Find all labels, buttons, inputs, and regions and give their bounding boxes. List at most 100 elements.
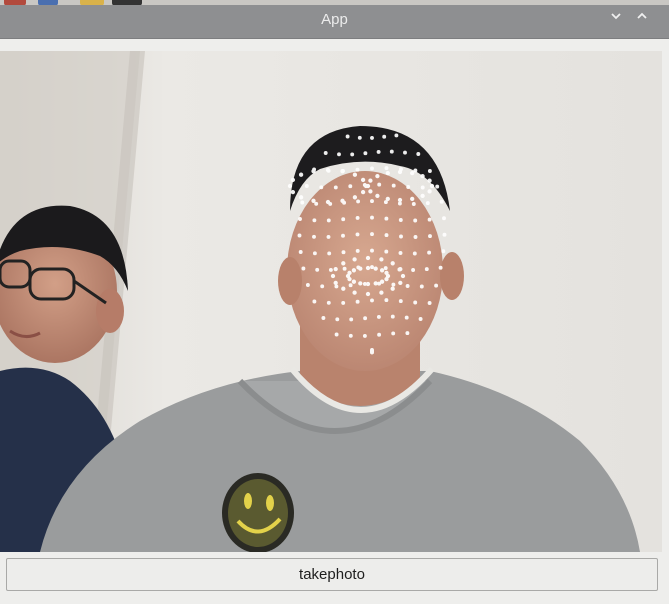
mesh-landmark <box>330 273 336 279</box>
mesh-landmark <box>413 168 418 173</box>
mesh-landmark <box>397 197 403 203</box>
mesh-landmark <box>351 279 357 284</box>
mesh-landmark <box>341 261 346 266</box>
mesh-landmark <box>298 217 302 221</box>
mesh-landmark <box>375 173 380 179</box>
mesh-landmark <box>370 215 374 220</box>
mesh-landmark <box>398 299 403 304</box>
mesh-landmark <box>370 298 374 303</box>
mesh-landmark <box>413 218 418 223</box>
mesh-landmark <box>379 290 384 295</box>
mesh-landmark <box>397 201 402 206</box>
mesh-landmark <box>384 249 389 254</box>
mesh-landmark <box>333 280 338 286</box>
mesh-landmark <box>360 177 366 183</box>
mesh-landmark <box>411 202 416 206</box>
take-photo-button[interactable]: takephoto <box>6 558 658 591</box>
mesh-landmark <box>400 273 406 279</box>
mesh-landmark <box>427 178 432 183</box>
mesh-landmark <box>352 172 358 177</box>
chevron-down-icon <box>611 13 621 20</box>
mesh-landmark <box>442 216 446 221</box>
mesh-landmark <box>335 317 340 322</box>
mesh-landmark <box>385 170 390 176</box>
mesh-landmark <box>379 279 385 284</box>
mesh-landmark <box>321 316 326 320</box>
mesh-landmark <box>305 283 310 287</box>
mesh-landmark <box>412 251 417 256</box>
mesh-landmark <box>352 257 357 262</box>
mesh-landmark <box>370 347 374 352</box>
mesh-landmark <box>355 232 360 237</box>
mesh-landmark <box>340 198 345 203</box>
mesh-landmark <box>429 183 435 189</box>
mesh-landmark <box>385 196 390 202</box>
mesh-landmark <box>377 332 382 337</box>
mesh-landmark <box>314 201 319 206</box>
mesh-landmark <box>370 135 374 140</box>
mesh-landmark <box>348 184 353 189</box>
mesh-landmark <box>365 183 371 189</box>
mesh-landmark <box>404 315 409 320</box>
mesh-landmark <box>311 198 316 203</box>
mesh-landmark <box>355 248 360 253</box>
mesh-landmark <box>312 234 316 239</box>
mesh-landmark <box>425 201 430 206</box>
mesh-landmark <box>325 199 331 205</box>
mesh-landmark <box>376 149 381 154</box>
mesh-landmark <box>375 193 380 199</box>
mesh-landmark <box>384 276 389 282</box>
mesh-landmark <box>349 317 354 322</box>
mesh-landmark <box>418 317 423 321</box>
mesh-landmark <box>287 183 293 189</box>
mesh-landmark <box>427 250 432 255</box>
mesh-landmark <box>406 185 411 189</box>
mesh-landmark <box>370 265 374 270</box>
mesh-landmark <box>326 218 331 223</box>
mesh-landmark <box>328 267 333 272</box>
mesh-landmark <box>341 286 346 291</box>
mesh-landmark <box>398 280 403 286</box>
mesh-landmark <box>391 331 396 336</box>
mesh-landmark <box>312 299 317 304</box>
mesh-landmark <box>348 283 353 288</box>
mesh-landmark <box>439 199 444 204</box>
mesh-landmark <box>312 251 317 256</box>
mesh-landmark <box>389 149 394 154</box>
mesh-landmark <box>427 169 432 173</box>
maximize-button[interactable] <box>632 9 652 29</box>
mesh-landmark <box>416 152 421 156</box>
mesh-landmark <box>325 167 331 173</box>
mesh-landmark <box>360 189 366 195</box>
mesh-landmark <box>357 135 362 140</box>
mesh-landmark <box>365 265 371 271</box>
mesh-landmark <box>370 232 374 237</box>
mesh-landmark <box>442 232 447 237</box>
mesh-landmark <box>323 151 328 155</box>
mesh-landmark <box>413 300 418 305</box>
mesh-landmark <box>365 281 371 287</box>
mesh-landmark <box>390 286 395 291</box>
mesh-landmark <box>351 268 357 273</box>
minimize-button[interactable] <box>606 9 626 29</box>
mesh-landmark <box>333 266 338 272</box>
mesh-landmark <box>397 169 403 175</box>
mesh-landmark <box>298 195 304 200</box>
mesh-landmark <box>326 300 331 305</box>
mesh-landmark <box>376 314 381 319</box>
mesh-landmark <box>311 169 316 174</box>
window-titlebar[interactable]: App <box>0 5 669 39</box>
mesh-landmark <box>362 333 367 338</box>
mesh-landmark <box>384 166 389 171</box>
mesh-landmark <box>391 183 396 188</box>
mesh-landmark <box>410 170 415 176</box>
mesh-landmark <box>355 215 360 220</box>
mesh-landmark <box>368 178 373 183</box>
camera-preview <box>0 51 662 552</box>
mesh-landmark <box>379 257 384 262</box>
mesh-landmark <box>373 266 378 271</box>
mesh-landmark <box>428 234 432 239</box>
mesh-landmark <box>333 185 338 190</box>
mesh-landmark <box>405 284 410 288</box>
mesh-landmark <box>341 300 346 305</box>
